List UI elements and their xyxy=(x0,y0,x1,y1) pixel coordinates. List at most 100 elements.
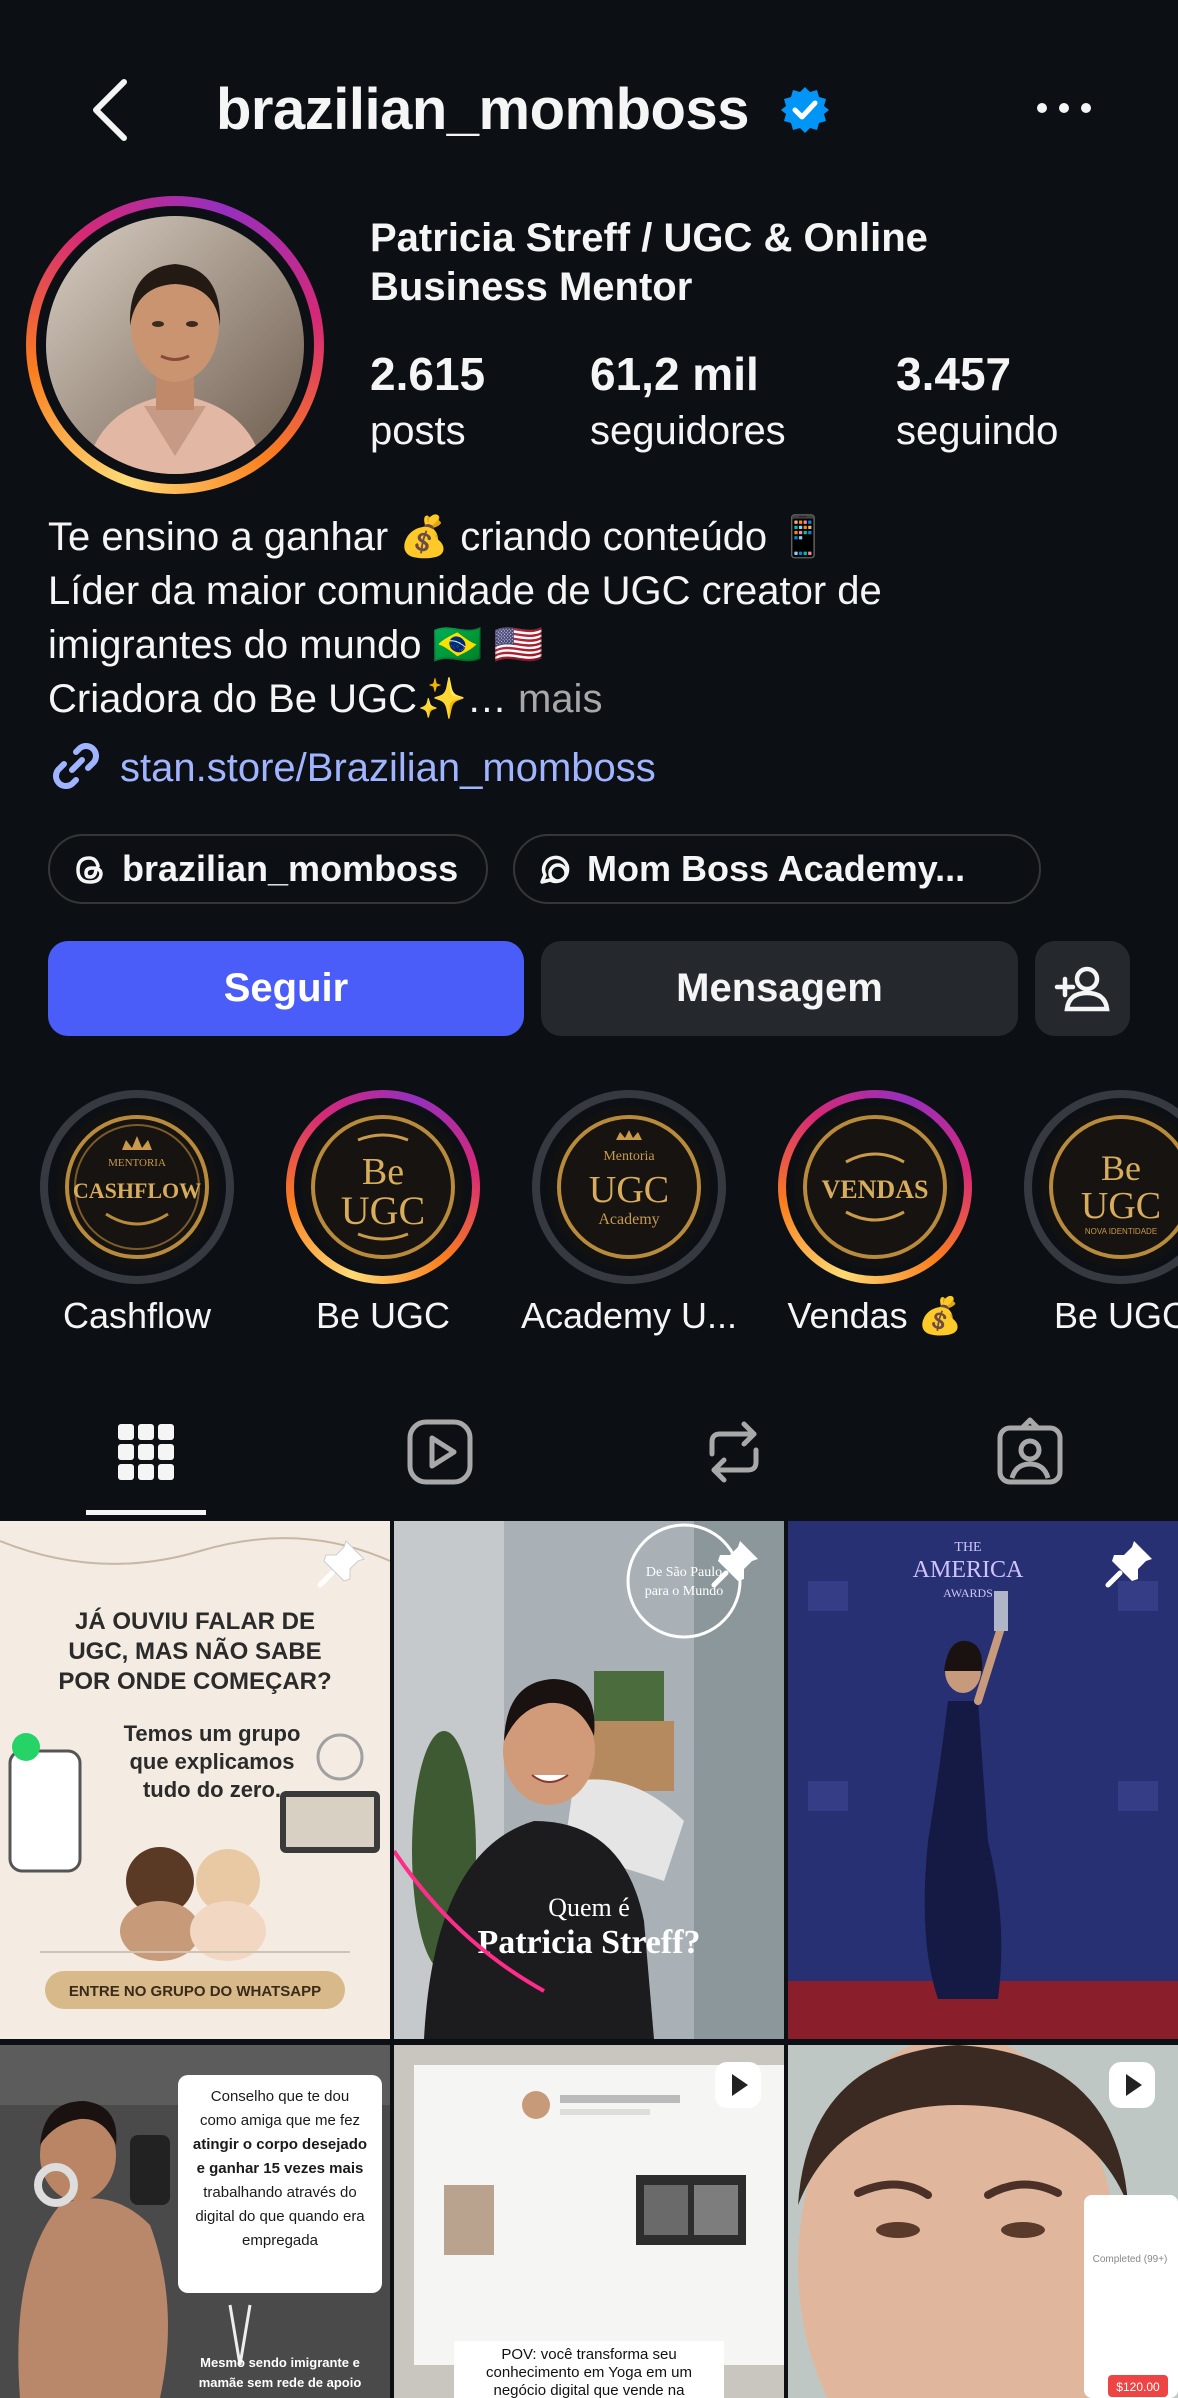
post-tile[interactable]: Completed (99+) $120.00 xyxy=(788,2045,1178,2398)
highlight-label: Cashflow xyxy=(62,1295,212,1336)
svg-text:NOVA IDENTIDADE: NOVA IDENTIDADE xyxy=(1085,1227,1157,1236)
highlight-be-ugc-2[interactable]: Be UGC NOVA IDENTIDADE xyxy=(1024,1090,1178,1284)
post-image: JÁ OUVIU FALAR DE UGC, MAS NÃO SABE POR … xyxy=(0,1521,390,2039)
highlight-cover: VENDAS xyxy=(794,1106,956,1268)
svg-text:POV: você transforma seu: POV: você transforma seu xyxy=(501,2346,676,2363)
svg-text:empregada: empregada xyxy=(242,2232,319,2249)
post-image: De São Paulo para o Mundo Quem é Patrici… xyxy=(394,1521,784,2039)
posts-count[interactable]: 2.615 xyxy=(370,346,485,402)
highlight-label: Vendas 💰 xyxy=(787,1295,963,1336)
reels-icon xyxy=(407,1419,473,1485)
svg-text:Temos um grupo: Temos um grupo xyxy=(124,1721,301,1746)
post-tile[interactable]: De São Paulo para o Mundo Quem é Patrici… xyxy=(394,1521,784,2039)
bio-line: Líder da maior comunidade de UGC creator… xyxy=(48,569,882,613)
tab-reels[interactable] xyxy=(404,1416,476,1488)
svg-text:que explicamos: que explicamos xyxy=(129,1749,294,1774)
profile-full-name: Patricia Streff / UGC & Online Business … xyxy=(370,216,928,309)
more-options-button[interactable] xyxy=(1036,96,1092,120)
post-image: Conselho que te dou como amiga que me fe… xyxy=(0,2045,390,2398)
svg-text:trabalhando através do: trabalhando através do xyxy=(203,2184,356,2201)
post-tile[interactable]: THE AMERICA AWARDS xyxy=(788,1521,1178,2039)
posts-label[interactable]: posts xyxy=(370,406,466,456)
tab-reposts[interactable] xyxy=(698,1416,770,1488)
bio-more-link[interactable]: mais xyxy=(518,677,602,721)
highlight-vendas[interactable]: VENDAS xyxy=(778,1090,972,1284)
svg-text:tudo do zero.: tudo do zero. xyxy=(143,1777,281,1802)
svg-text:JÁ OUVIU FALAR DE: JÁ OUVIU FALAR DE xyxy=(75,1607,315,1635)
svg-text:e ganhar 15 vezes mais: e ganhar 15 vezes mais xyxy=(197,2160,364,2177)
following-count[interactable]: 3.457 xyxy=(896,346,1011,402)
link-icon xyxy=(53,743,99,789)
back-button[interactable] xyxy=(88,78,136,142)
channel-chip-label: Mom Boss Academy... xyxy=(587,848,966,889)
svg-text:Be: Be xyxy=(1101,1148,1141,1188)
svg-text:AWARDS: AWARDS xyxy=(943,1586,993,1600)
profile-avatar[interactable] xyxy=(46,216,304,474)
svg-text:negócio digital que vende na: negócio digital que vende na xyxy=(494,2382,686,2398)
svg-text:POR ONDE COMEÇAR?: POR ONDE COMEÇAR? xyxy=(58,1668,331,1695)
threads-chip[interactable]: brazilian_momboss xyxy=(48,834,488,904)
svg-text:Quem é: Quem é xyxy=(548,1893,630,1922)
tagged-icon xyxy=(997,1417,1063,1485)
reposts-icon xyxy=(709,1421,759,1483)
pinned-icon xyxy=(711,1541,758,1588)
highlight-cover: Be UGC xyxy=(302,1106,464,1268)
threads-icon xyxy=(76,856,103,884)
svg-text:ENTRE NO GRUPO DO WHATSAPP: ENTRE NO GRUPO DO WHATSAPP xyxy=(69,1983,321,2000)
highlight-cover: Mentoria UGC Academy xyxy=(548,1106,710,1268)
back-arrow-icon xyxy=(93,79,127,141)
svg-text:Be: Be xyxy=(362,1151,404,1193)
pinned-icon xyxy=(317,1540,365,1588)
tab-posts[interactable] xyxy=(110,1416,182,1488)
follow-button[interactable]: Seguir xyxy=(48,941,524,1036)
post-image: THE AMERICA AWARDS xyxy=(788,1521,1178,2039)
channel-chip[interactable]: Mom Boss Academy... xyxy=(513,834,1041,904)
svg-text:MENTORIA: MENTORIA xyxy=(108,1157,166,1169)
reel-icon xyxy=(715,2062,761,2108)
svg-text:Mentoria: Mentoria xyxy=(603,1149,655,1164)
highlight-cashflow[interactable]: MENTORIA CASHFLOW xyxy=(40,1090,234,1284)
svg-text:Conselho que te dou: Conselho que te dou xyxy=(211,2088,349,2105)
svg-text:Mesmo sendo imigrante e: Mesmo sendo imigrante e xyxy=(200,2355,360,2370)
bio-line-last: Criadora do Be UGC✨… mais xyxy=(48,672,1138,726)
bio-link[interactable] xyxy=(48,738,104,798)
svg-text:THE: THE xyxy=(954,1540,981,1555)
followers-label[interactable]: seguidores xyxy=(590,406,786,456)
svg-text:Academy: Academy xyxy=(598,1211,659,1228)
svg-text:como amiga que me fez: como amiga que me fez xyxy=(200,2112,360,2129)
svg-text:UGC: UGC xyxy=(589,1169,669,1211)
svg-text:UGC, MAS NÃO SABE: UGC, MAS NÃO SABE xyxy=(68,1637,321,1665)
highlight-label: Academy U... xyxy=(520,1295,738,1336)
threads-chip-label: brazilian_momboss xyxy=(122,848,459,889)
active-tab-indicator xyxy=(86,1510,206,1515)
following-label[interactable]: seguindo xyxy=(896,406,1058,456)
verified-badge-icon xyxy=(781,87,829,133)
post-tile[interactable]: POV: você transforma seu conhecimento em… xyxy=(394,2045,784,2398)
tab-tagged[interactable] xyxy=(994,1416,1066,1488)
svg-text:atingir o corpo desejado: atingir o corpo desejado xyxy=(193,2136,367,2153)
grid-icon xyxy=(118,1424,174,1480)
svg-text:mamãe sem rede de apoio: mamãe sem rede de apoio xyxy=(199,2375,362,2390)
channel-icon xyxy=(540,855,570,884)
bio-line: Criadora do Be UGC✨… xyxy=(48,677,507,721)
followers-count[interactable]: 61,2 mil xyxy=(590,346,759,402)
message-button[interactable]: Mensagem xyxy=(541,941,1018,1036)
svg-text:Patricia Streff?: Patricia Streff? xyxy=(477,1924,700,1961)
suggested-accounts-button[interactable] xyxy=(1035,941,1130,1036)
highlight-label: Be UGC xyxy=(1053,1295,1178,1336)
bio-line: Te ensino a ganhar 💰 criando conteúdo 📱 xyxy=(48,515,829,559)
svg-text:CASHFLOW: CASHFLOW xyxy=(73,1178,201,1203)
post-tile[interactable]: JÁ OUVIU FALAR DE UGC, MAS NÃO SABE POR … xyxy=(0,1521,390,2039)
more-options-icon xyxy=(1037,103,1091,113)
highlight-academy[interactable]: Mentoria UGC Academy xyxy=(532,1090,726,1284)
add-person-icon xyxy=(1054,966,1110,1012)
bio-link-text[interactable]: stan.store/Brazilian_momboss xyxy=(120,740,656,796)
post-tile[interactable]: Conselho que te dou como amiga que me fe… xyxy=(0,2045,390,2398)
bio-line: imigrantes do mundo 🇧🇷 🇺🇸 xyxy=(48,623,544,667)
svg-text:AMERICA: AMERICA xyxy=(913,1557,1024,1583)
svg-text:VENDAS: VENDAS xyxy=(822,1175,929,1204)
profile-username: brazilian_momboss xyxy=(216,77,749,142)
highlight-label: Be UGC xyxy=(315,1295,451,1336)
highlight-cover: MENTORIA CASHFLOW xyxy=(56,1106,218,1268)
highlight-be-ugc[interactable]: Be UGC xyxy=(286,1090,480,1284)
